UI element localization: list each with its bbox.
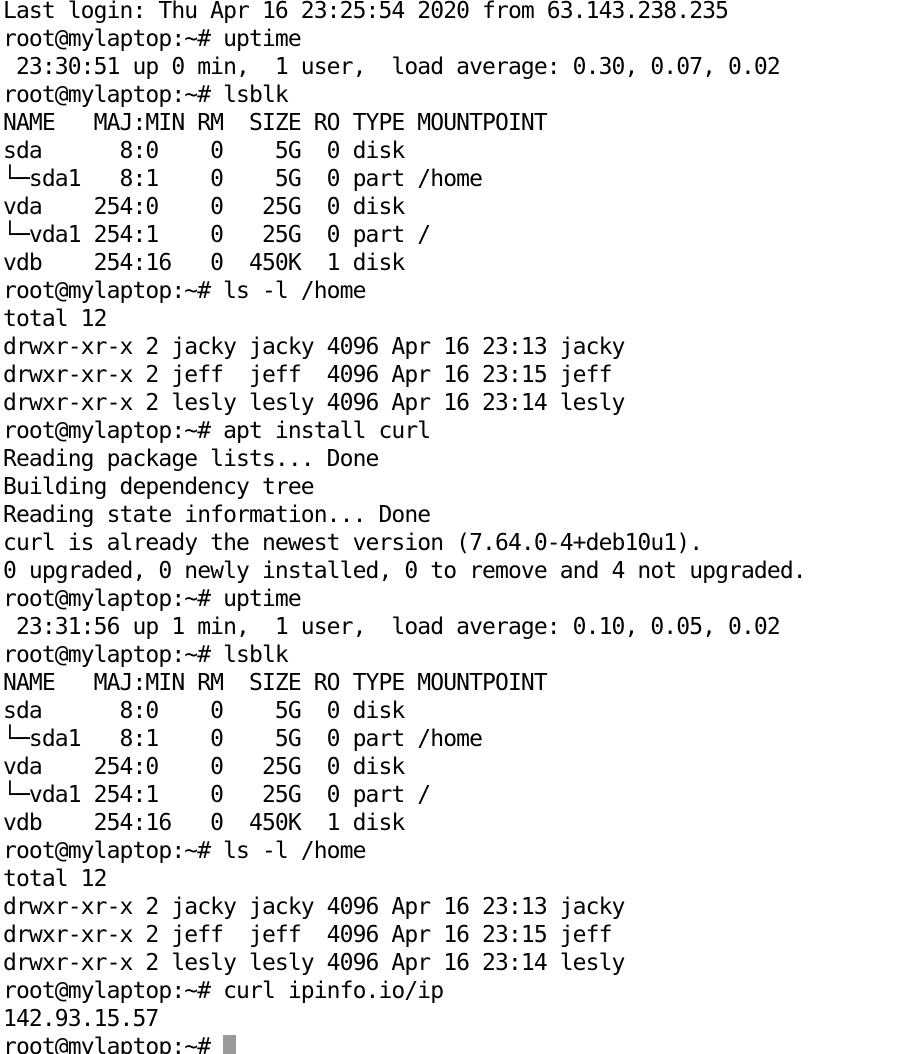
text-cursor bbox=[223, 1035, 237, 1054]
terminal-line: drwxr-xr-x 2 jeff jeff 4096 Apr 16 23:15… bbox=[3, 362, 612, 388]
terminal-line: root@mylaptop:~# curl ipinfo.io/ip bbox=[3, 978, 444, 1004]
terminal-line: root@mylaptop:~# ls -l /home bbox=[3, 278, 366, 304]
terminal-line: root@mylaptop:~# lsblk bbox=[3, 82, 289, 108]
terminal-line: └─sda1 8:1 0 5G 0 part /home bbox=[3, 166, 483, 192]
terminal-line: root@mylaptop:~# uptime bbox=[3, 586, 302, 612]
terminal-line: NAME MAJ:MIN RM SIZE RO TYPE MOUNTPOINT bbox=[3, 670, 548, 696]
terminal-line: 142.93.15.57 bbox=[3, 1006, 159, 1032]
terminal-line: vdb 254:16 0 450K 1 disk bbox=[3, 810, 405, 836]
terminal-line: Reading state information... Done bbox=[3, 502, 431, 528]
terminal-line: curl is already the newest version (7.64… bbox=[3, 530, 703, 556]
terminal-line: drwxr-xr-x 2 jacky jacky 4096 Apr 16 23:… bbox=[3, 334, 625, 360]
terminal-line: 23:30:51 up 0 min, 1 user, load average:… bbox=[3, 54, 781, 80]
terminal-line: root@mylaptop:~# uptime bbox=[3, 26, 302, 52]
terminal-line: vda 254:0 0 25G 0 disk bbox=[3, 194, 405, 220]
terminal-line: drwxr-xr-x 2 lesly lesly 4096 Apr 16 23:… bbox=[3, 950, 625, 976]
terminal-line: drwxr-xr-x 2 jacky jacky 4096 Apr 16 23:… bbox=[3, 894, 625, 920]
terminal-line: total 12 bbox=[3, 306, 107, 332]
terminal-window[interactable]: Last login: Thu Apr 16 23:25:54 2020 fro… bbox=[3, 0, 911, 1054]
terminal-line: vdb 254:16 0 450K 1 disk bbox=[3, 250, 405, 276]
terminal-line: └─vda1 254:1 0 25G 0 part / bbox=[3, 782, 431, 808]
terminal-line: Reading package lists... Done bbox=[3, 446, 379, 472]
terminal-line: vda 254:0 0 25G 0 disk bbox=[3, 754, 405, 780]
terminal-line: └─sda1 8:1 0 5G 0 part /home bbox=[3, 726, 483, 752]
terminal-line: sda 8:0 0 5G 0 disk bbox=[3, 138, 405, 164]
terminal-line: drwxr-xr-x 2 lesly lesly 4096 Apr 16 23:… bbox=[3, 390, 625, 416]
prompt-line[interactable]: root@mylaptop:~# bbox=[3, 1033, 911, 1054]
terminal-line: root@mylaptop:~# apt install curl bbox=[3, 418, 431, 444]
terminal-line: Last login: Thu Apr 16 23:25:54 2020 fro… bbox=[3, 0, 729, 24]
terminal-line: Building dependency tree bbox=[3, 474, 315, 500]
terminal-line: sda 8:0 0 5G 0 disk bbox=[3, 698, 405, 724]
terminal-line: root@mylaptop:~# lsblk bbox=[3, 642, 289, 668]
terminal-line: root@mylaptop:~# ls -l /home bbox=[3, 838, 366, 864]
prompt-text: root@mylaptop:~# bbox=[3, 1034, 224, 1054]
terminal-line: └─vda1 254:1 0 25G 0 part / bbox=[3, 222, 431, 248]
terminal-line: total 12 bbox=[3, 866, 107, 892]
terminal-line: 23:31:56 up 1 min, 1 user, load average:… bbox=[3, 614, 781, 640]
terminal-line: NAME MAJ:MIN RM SIZE RO TYPE MOUNTPOINT bbox=[3, 110, 548, 136]
terminal-line: 0 upgraded, 0 newly installed, 0 to remo… bbox=[3, 558, 807, 584]
terminal-line: drwxr-xr-x 2 jeff jeff 4096 Apr 16 23:15… bbox=[3, 922, 612, 948]
